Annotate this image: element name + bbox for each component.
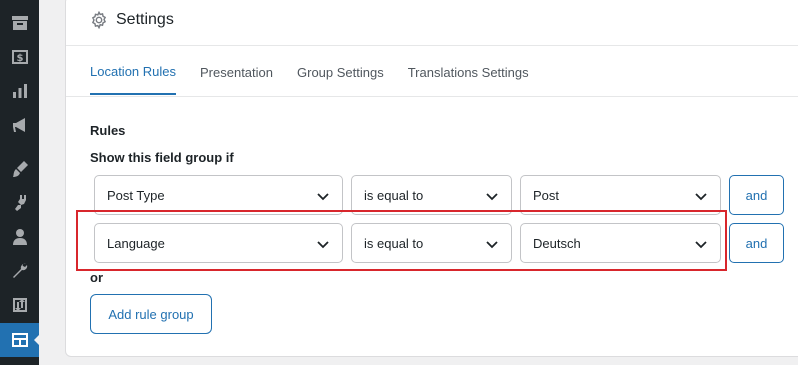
tab-translations-settings[interactable]: Translations Settings bbox=[408, 49, 529, 95]
chevron-down-icon bbox=[695, 193, 707, 201]
rule-value-value: Post bbox=[533, 187, 560, 203]
chevron-down-icon bbox=[317, 193, 329, 201]
settings-panel: Settings Location Rules Presentation Gro… bbox=[65, 0, 798, 357]
sidebar-item-marketing[interactable] bbox=[0, 108, 39, 142]
rule-param-value: Post Type bbox=[107, 187, 165, 203]
panel-header: Settings bbox=[90, 5, 174, 35]
tab-presentation[interactable]: Presentation bbox=[200, 49, 273, 95]
megaphone-icon bbox=[12, 118, 25, 132]
or-label: or bbox=[90, 270, 103, 285]
and-button[interactable]: and bbox=[729, 175, 784, 215]
sidebar-item-tools[interactable] bbox=[0, 254, 39, 288]
sidebar-item-analytics[interactable] bbox=[0, 74, 39, 108]
rule-param-value: Language bbox=[107, 235, 165, 251]
rules-heading: Rules bbox=[90, 123, 126, 138]
sort-icon bbox=[12, 298, 27, 312]
sidebar-item-plugins[interactable] bbox=[0, 186, 39, 220]
rule-param-select[interactable]: Language bbox=[94, 223, 343, 263]
paintbrush-icon bbox=[12, 161, 28, 177]
sidebar-item-users[interactable] bbox=[0, 220, 39, 254]
admin-sidebar: $ bbox=[0, 0, 40, 365]
show-if-label: Show this field group if bbox=[90, 150, 234, 165]
tabs-divider bbox=[66, 96, 798, 97]
chevron-down-icon bbox=[486, 241, 498, 249]
field-groups-icon bbox=[11, 333, 28, 347]
chevron-down-icon bbox=[486, 193, 498, 201]
rule-operator-select[interactable]: is equal to bbox=[351, 175, 512, 215]
plugin-icon bbox=[14, 195, 26, 211]
header-divider bbox=[66, 45, 798, 46]
archive-icon bbox=[11, 16, 28, 30]
add-rule-group-button[interactable]: Add rule group bbox=[90, 294, 212, 334]
svg-text:$: $ bbox=[16, 53, 23, 64]
sidebar-item-archive[interactable] bbox=[0, 6, 39, 40]
chevron-down-icon bbox=[317, 241, 329, 249]
money-icon: $ bbox=[11, 50, 28, 64]
settings-tabs: Location Rules Presentation Group Settin… bbox=[90, 49, 529, 95]
rule-operator-value: is equal to bbox=[364, 235, 424, 251]
and-button[interactable]: and bbox=[729, 223, 784, 263]
rule-operator-select[interactable]: is equal to bbox=[351, 223, 512, 263]
tab-location-rules[interactable]: Location Rules bbox=[90, 49, 176, 95]
rule-value-value: Deutsch bbox=[533, 235, 581, 251]
wrench-icon bbox=[12, 263, 27, 278]
rule-value-select[interactable]: Deutsch bbox=[520, 223, 721, 263]
panel-title: Settings bbox=[116, 11, 174, 28]
rule-operator-value: is equal to bbox=[364, 187, 424, 203]
tab-group-settings[interactable]: Group Settings bbox=[297, 49, 384, 95]
chevron-down-icon bbox=[695, 241, 707, 249]
sidebar-item-field-groups[interactable] bbox=[0, 323, 40, 357]
chart-bar-icon bbox=[12, 84, 27, 98]
gear-icon bbox=[91, 11, 107, 29]
rule-param-select[interactable]: Post Type bbox=[94, 175, 343, 215]
rule-value-select[interactable]: Post bbox=[520, 175, 721, 215]
user-icon bbox=[12, 229, 27, 245]
sidebar-item-appearance[interactable] bbox=[0, 152, 39, 186]
sidebar-item-money[interactable]: $ bbox=[0, 40, 39, 74]
sidebar-item-sort[interactable] bbox=[0, 288, 39, 322]
